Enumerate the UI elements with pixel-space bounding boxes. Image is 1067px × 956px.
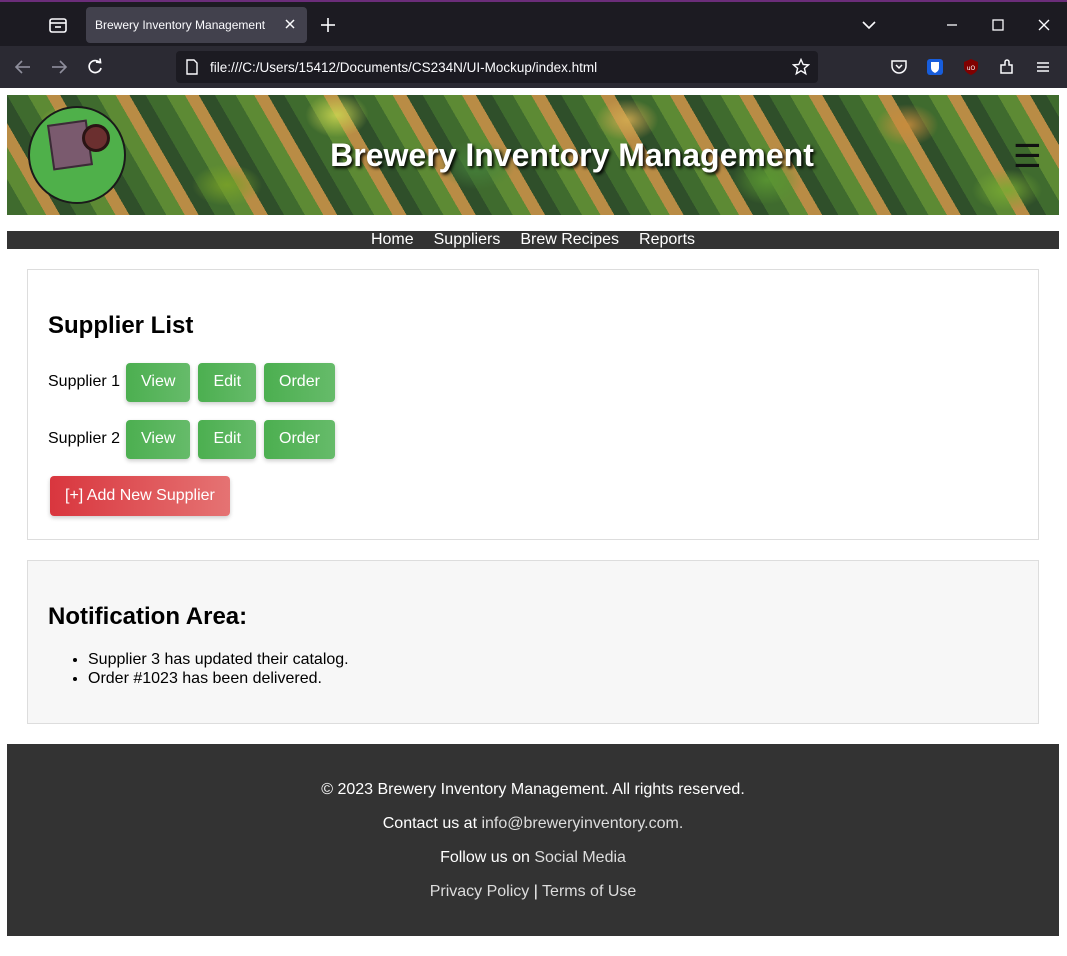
follow-prefix: Follow us on	[440, 849, 535, 866]
page-content: Brewery Inventory Management ☰ Home Suppl…	[0, 88, 1067, 956]
window-close-icon[interactable]	[1035, 16, 1053, 34]
browser-tab-active[interactable]: Brewery Inventory Management	[86, 7, 307, 43]
view-button[interactable]: View	[126, 419, 191, 459]
reload-icon[interactable]	[85, 57, 105, 77]
social-media-link[interactable]: Social Media	[534, 849, 626, 866]
contact-suffix: .	[678, 815, 684, 832]
close-icon[interactable]	[283, 17, 297, 31]
contact-prefix: Contact us at	[382, 815, 482, 832]
supplier-row: Supplier 2 View Edit Order	[48, 419, 343, 459]
url-text: file:///C:/Users/15412/Documents/CS234N/…	[210, 60, 598, 75]
ublock-extension-icon[interactable]: uO	[961, 57, 981, 77]
new-tab-icon[interactable]	[319, 16, 337, 34]
order-button[interactable]: Order	[264, 419, 335, 459]
footer-legal: Privacy Policy | Terms of Use	[7, 883, 1059, 901]
bitwarden-extension-icon[interactable]	[925, 57, 945, 77]
main-nav: Home Suppliers Brew Recipes Reports	[7, 231, 1059, 249]
footer-contact: Contact us at info@breweryinventory.com.	[7, 815, 1059, 833]
forward-arrow-icon[interactable]	[49, 57, 69, 77]
site-title: Brewery Inventory Management	[330, 137, 814, 173]
notification-item: Order #1023 has been delivered.	[88, 669, 349, 688]
hamburger-menu-icon[interactable]: ☰	[1013, 140, 1042, 172]
supplier-list-card: Supplier List Supplier 1 View Edit Order…	[27, 269, 1039, 540]
site-footer: © 2023 Brewery Inventory Management. All…	[7, 744, 1059, 936]
notification-card: Notification Area: Supplier 3 has update…	[27, 560, 1039, 724]
minimize-icon[interactable]	[943, 16, 961, 34]
add-supplier-button[interactable]: [+] Add New Supplier	[50, 476, 230, 516]
notification-list: Supplier 3 has updated their catalog. Or…	[88, 650, 349, 688]
edit-button[interactable]: Edit	[198, 362, 257, 402]
terms-of-use-link[interactable]: Terms of Use	[542, 883, 636, 900]
extensions-icon[interactable]	[997, 57, 1017, 77]
notification-item: Supplier 3 has updated their catalog.	[88, 650, 349, 669]
supplier-name: Supplier 1	[48, 373, 121, 390]
bookmark-star-icon[interactable]	[791, 57, 811, 81]
notification-heading: Notification Area:	[48, 603, 248, 630]
contact-email-link[interactable]: info@breweryinventory.com	[481, 815, 678, 832]
nav-brew-recipes[interactable]: Brew Recipes	[520, 231, 619, 249]
site-header: Brewery Inventory Management ☰	[7, 95, 1059, 215]
address-bar[interactable]: file:///C:/Users/15412/Documents/CS234N/…	[176, 51, 818, 83]
order-button[interactable]: Order	[264, 362, 335, 402]
tab-list-icon[interactable]	[47, 14, 69, 36]
tab-bar: Brewery Inventory Management	[0, 2, 1067, 46]
pocket-icon[interactable]	[889, 57, 909, 77]
privacy-policy-link[interactable]: Privacy Policy	[430, 883, 530, 900]
footer-copyright: © 2023 Brewery Inventory Management. All…	[321, 781, 745, 798]
back-arrow-icon[interactable]	[13, 57, 33, 77]
legal-separator: |	[529, 883, 543, 900]
nav-home[interactable]: Home	[371, 231, 414, 249]
tab-title: Brewery Inventory Management	[95, 18, 266, 32]
footer-follow: Follow us on Social Media	[7, 849, 1059, 867]
svg-text:uO: uO	[967, 65, 976, 72]
page-file-icon	[185, 59, 199, 80]
maximize-icon[interactable]	[989, 16, 1007, 34]
view-button[interactable]: View	[126, 362, 191, 402]
browser-toolbar: file:///C:/Users/15412/Documents/CS234N/…	[0, 46, 1067, 88]
menu-icon[interactable]	[1033, 57, 1053, 77]
edit-button[interactable]: Edit	[198, 419, 257, 459]
chevron-down-icon[interactable]	[860, 16, 878, 34]
supplier-row: Supplier 1 View Edit Order	[48, 362, 343, 402]
nav-suppliers[interactable]: Suppliers	[434, 231, 501, 249]
nav-reports[interactable]: Reports	[639, 231, 695, 249]
supplier-name: Supplier 2	[48, 430, 121, 447]
supplier-list-heading: Supplier List	[48, 312, 194, 339]
